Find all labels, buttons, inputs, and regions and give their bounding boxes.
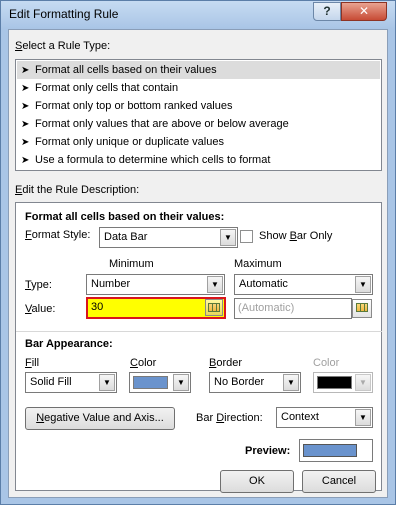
minimum-value-input[interactable]: 30 bbox=[86, 297, 226, 319]
arrow-icon: ➤ bbox=[21, 65, 30, 76]
maximum-value-placeholder: (Automatic) bbox=[238, 302, 295, 314]
fill-label: Fill bbox=[25, 357, 40, 369]
border-dropdown[interactable]: No Border ▼ bbox=[209, 372, 301, 393]
rule-type-item-above-below-average[interactable]: ➤ Format only values that are above or be… bbox=[17, 115, 380, 133]
maximum-label: Maximum bbox=[234, 258, 282, 270]
fill-color-picker[interactable]: ▼ bbox=[129, 372, 191, 393]
chevron-down-icon: ▼ bbox=[173, 374, 189, 391]
fill-color-swatch bbox=[133, 376, 168, 389]
maximum-value-input[interactable]: (Automatic) bbox=[234, 298, 352, 319]
show-bar-only-checkbox[interactable] bbox=[240, 230, 253, 243]
value-label: Value: bbox=[25, 303, 56, 315]
minimum-type-value: Number bbox=[91, 278, 131, 290]
rule-type-item-all-cells[interactable]: ➤ Format all cells based on their values bbox=[17, 61, 380, 79]
bar-direction-dropdown[interactable]: Context ▼ bbox=[276, 407, 373, 428]
ok-button[interactable]: OK bbox=[220, 470, 294, 493]
cancel-button[interactable]: Cancel bbox=[302, 470, 376, 493]
chevron-down-icon: ▼ bbox=[283, 374, 299, 391]
border-color-swatch bbox=[317, 376, 352, 389]
edit-formatting-rule-dialog: Edit Formatting Rule ? ✕ Select a Rule T… bbox=[0, 0, 396, 505]
minimum-label: Minimum bbox=[109, 258, 154, 270]
divider bbox=[16, 331, 382, 332]
fill-dropdown[interactable]: Solid Fill ▼ bbox=[25, 372, 117, 393]
dialog-body: Select a Rule Type: ➤ Format all cells ba… bbox=[8, 29, 388, 498]
description-subheading: Format all cells based on their values: bbox=[25, 211, 225, 223]
negative-value-axis-button[interactable]: Negative Value and Axis... bbox=[25, 407, 175, 430]
close-button[interactable]: ✕ bbox=[341, 2, 387, 21]
border-color-label: Color bbox=[313, 357, 340, 369]
chevron-down-icon: ▼ bbox=[99, 374, 115, 391]
maximum-type-value: Automatic bbox=[239, 278, 288, 290]
range-select-icon[interactable] bbox=[352, 299, 372, 318]
border-color-picker[interactable]: ▼ bbox=[313, 372, 373, 393]
preview-box bbox=[299, 439, 373, 462]
help-button[interactable]: ? bbox=[313, 2, 341, 21]
type-label: Type: bbox=[25, 279, 52, 291]
arrow-icon: ➤ bbox=[21, 83, 30, 94]
maximum-type-dropdown[interactable]: Automatic ▼ bbox=[234, 274, 373, 295]
rule-type-item-unique-duplicate[interactable]: ➤ Format only unique or duplicate values bbox=[17, 133, 380, 151]
rule-type-list[interactable]: ➤ Format all cells based on their values … bbox=[15, 59, 382, 171]
range-select-icon[interactable] bbox=[205, 299, 223, 316]
rule-description-heading: Edit the Rule Description: bbox=[15, 184, 140, 196]
rule-type-item-top-bottom[interactable]: ➤ Format only top or bottom ranked values bbox=[17, 97, 380, 115]
bar-appearance-heading: Bar Appearance: bbox=[25, 338, 113, 350]
show-bar-only-label: Show Bar Only bbox=[259, 230, 333, 242]
bar-direction-label: Bar Direction: bbox=[196, 412, 263, 424]
format-style-value: Data Bar bbox=[104, 231, 148, 243]
chevron-down-icon: ▼ bbox=[220, 229, 236, 246]
border-label: Border bbox=[209, 357, 243, 369]
minimum-type-dropdown[interactable]: Number ▼ bbox=[86, 274, 225, 295]
rule-description-panel: Format all cells based on their values: … bbox=[15, 202, 382, 491]
border-value: No Border bbox=[214, 376, 265, 388]
rule-type-heading: Select a Rule Type: bbox=[15, 40, 111, 52]
format-style-dropdown[interactable]: Data Bar ▼ bbox=[99, 227, 238, 248]
title-bar: Edit Formatting Rule ? ✕ bbox=[1, 1, 395, 29]
chevron-down-icon: ▼ bbox=[355, 409, 371, 426]
minimum-value-text: 30 bbox=[91, 301, 104, 313]
fill-value: Solid Fill bbox=[30, 376, 72, 388]
chevron-down-icon: ▼ bbox=[207, 276, 223, 293]
arrow-icon: ➤ bbox=[21, 155, 30, 166]
preview-bar bbox=[303, 444, 357, 457]
rule-type-item-cells-contain[interactable]: ➤ Format only cells that contain bbox=[17, 79, 380, 97]
chevron-down-icon: ▼ bbox=[355, 374, 371, 391]
arrow-icon: ➤ bbox=[21, 101, 30, 112]
fill-color-label: Color bbox=[130, 357, 157, 369]
chevron-down-icon: ▼ bbox=[355, 276, 371, 293]
arrow-icon: ➤ bbox=[21, 119, 30, 130]
preview-label: Preview: bbox=[245, 445, 291, 457]
rule-type-item-formula[interactable]: ➤ Use a formula to determine which cells … bbox=[17, 151, 380, 169]
window-title: Edit Formatting Rule bbox=[9, 7, 119, 21]
format-style-label: Format Style: bbox=[25, 229, 91, 241]
bar-direction-value: Context bbox=[281, 411, 319, 423]
arrow-icon: ➤ bbox=[21, 137, 30, 148]
